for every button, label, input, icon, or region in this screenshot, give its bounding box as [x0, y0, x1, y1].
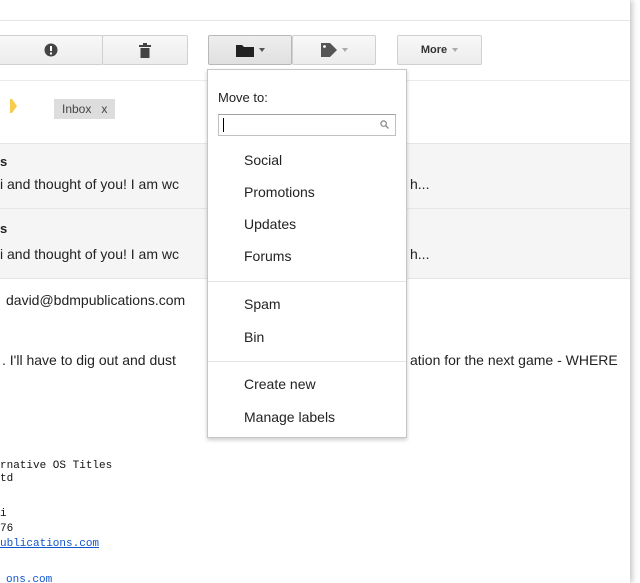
- remove-label-button[interactable]: x: [101, 102, 107, 116]
- delete-button[interactable]: [102, 35, 188, 65]
- body-text-left: . I'll have to dig out and dust: [2, 352, 176, 368]
- more-button[interactable]: More: [397, 35, 482, 65]
- menu-item-social[interactable]: Social: [244, 152, 282, 168]
- chevron-down-icon: [258, 48, 265, 52]
- report-spam-button[interactable]: [0, 35, 103, 65]
- label-tag-icon: [10, 99, 17, 113]
- chevron-down-icon: [452, 48, 459, 52]
- message-snippet: i and thought of you! I am wc: [0, 246, 179, 262]
- menu-divider: [208, 281, 406, 282]
- message-snippet-tail: h...: [410, 246, 430, 262]
- signature-line: td: [0, 473, 14, 485]
- menu-item-bin[interactable]: Bin: [244, 329, 264, 345]
- more-label: More: [420, 44, 448, 56]
- body-text-right: ation for the next game - WHERE: [410, 352, 618, 368]
- signature-line: rnative OS Titles: [0, 460, 113, 472]
- chip-label: Inbox: [62, 102, 92, 116]
- menu-item-promotions[interactable]: Promotions: [244, 184, 315, 200]
- menu-item-manage-labels[interactable]: Manage labels: [244, 409, 335, 425]
- signature-link[interactable]: ons.com: [6, 574, 52, 583]
- folder-icon: [235, 44, 254, 57]
- exclamation-icon: [44, 43, 58, 57]
- labels-button[interactable]: [292, 35, 376, 65]
- menu-item-spam[interactable]: Spam: [244, 296, 281, 312]
- inbox-label-chip: Inbox x: [54, 99, 116, 119]
- label-search-input[interactable]: [218, 114, 396, 136]
- message-sender: s: [0, 221, 8, 236]
- recipient-email: david@bdmpublications.com: [6, 292, 186, 308]
- text-cursor: [223, 118, 224, 132]
- message-sender: s: [0, 154, 8, 169]
- menu-item-forums[interactable]: Forums: [244, 248, 291, 264]
- menu-item-create-new[interactable]: Create new: [244, 376, 316, 392]
- mail-window: More Inbox x s i and thought of you! I a…: [0, 0, 630, 583]
- signature-line: 76: [0, 523, 14, 535]
- trash-icon: [139, 42, 151, 58]
- message-snippet: i and thought of you! I am wc: [0, 176, 179, 192]
- move-to-menu: Move to: Social Promotions Updates Forum…: [207, 69, 407, 438]
- menu-divider: [208, 361, 406, 362]
- menu-title: Move to:: [218, 90, 268, 105]
- top-border: [0, 20, 630, 21]
- tag-icon: [320, 43, 337, 57]
- signature-line: i: [0, 508, 7, 520]
- message-snippet-tail: h...: [410, 176, 430, 192]
- chevron-down-icon: [341, 48, 348, 52]
- move-to-button[interactable]: [208, 35, 292, 65]
- signature-link[interactable]: ublications.com: [0, 538, 99, 550]
- search-icon: [380, 120, 389, 129]
- menu-item-updates[interactable]: Updates: [244, 216, 296, 232]
